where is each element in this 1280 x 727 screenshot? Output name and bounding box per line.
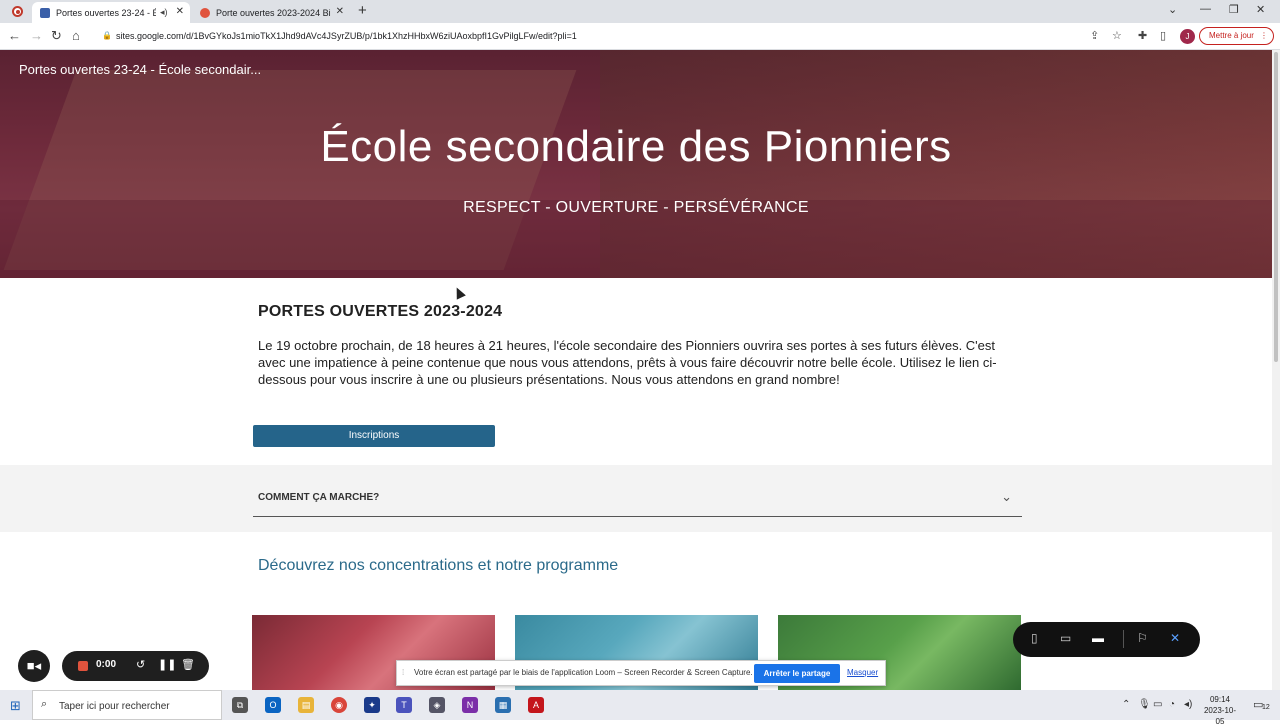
minimize-icon[interactable]: — xyxy=(1200,3,1211,15)
more-menu-icon[interactable]: ⋮ xyxy=(1260,28,1268,44)
chevron-down-icon[interactable]: ⌄ xyxy=(1001,489,1012,505)
home-icon[interactable]: ⌂ xyxy=(72,28,80,43)
scrollbar-thumb[interactable] xyxy=(1274,52,1278,362)
hero-title: École secondaire des Pionniers xyxy=(320,122,952,171)
drag-handle-icon[interactable]: ⁞ xyxy=(402,668,404,677)
system-clock[interactable]: 09:14 2023-10-05 xyxy=(1200,694,1240,727)
stop-recording-button[interactable] xyxy=(78,661,88,671)
outlook-icon[interactable]: O xyxy=(265,697,281,713)
close-tab-icon[interactable]: ✕ xyxy=(176,6,184,17)
delete-icon[interactable]: 🗑 xyxy=(181,658,195,671)
hero-motto: RESPECT - OUVERTURE - PERSÉVÉRANCE xyxy=(463,199,809,216)
tab-portes-ouvertes[interactable]: Portes ouvertes 23-24 - Éco ◂) ✕ xyxy=(32,2,190,23)
teams-icon[interactable]: T xyxy=(396,697,412,713)
reload-icon[interactable]: ↻ xyxy=(51,28,62,44)
restart-icon[interactable]: ↺ xyxy=(136,658,145,671)
extensions-icon[interactable]: ✚ xyxy=(1138,29,1147,42)
intro-paragraph: Le 19 octobre prochain, de 18 heures à 2… xyxy=(258,338,997,387)
desktop-view-icon[interactable]: ▬ xyxy=(1092,631,1104,645)
task-view-icon[interactable]: ⧉ xyxy=(232,697,248,713)
tablet-view-icon[interactable]: ▭ xyxy=(1060,631,1071,645)
profile-avatar[interactable]: J xyxy=(1180,29,1195,44)
google-sites-favicon-icon xyxy=(40,7,50,18)
taskbar-search-box[interactable]: ⌕ Taper ici pour rechercher xyxy=(32,690,222,720)
subsection-title: Découvrez nos concentrations et notre pr… xyxy=(258,557,619,574)
maximize-icon[interactable]: ❐ xyxy=(1229,3,1239,16)
share-page-icon[interactable]: ⇪ xyxy=(1090,29,1099,42)
tab-title: Portes ouvertes 23-24 - Éco xyxy=(56,7,156,18)
loom-control-bar: 0:00 ↺ ❚❚ 🗑 xyxy=(62,651,209,681)
loom-camera-icon[interactable]: ■◂ xyxy=(18,650,50,682)
new-tab-icon[interactable]: + xyxy=(358,2,367,19)
tray-chevron-icon[interactable]: ⌃ xyxy=(1122,699,1130,710)
notification-count: 12 xyxy=(1262,704,1270,711)
audio-icon[interactable]: ◂) xyxy=(160,7,168,18)
search-placeholder: Taper ici pour rechercher xyxy=(59,701,170,712)
section-title: PORTES OUVERTES 2023-2024 xyxy=(258,303,503,320)
volume-icon[interactable]: ◂) xyxy=(1184,699,1192,710)
forward-icon[interactable]: → xyxy=(30,28,43,43)
chrome-icon[interactable]: ◉ xyxy=(331,697,347,713)
accordion-label: COMMENT ÇA MARCHE? xyxy=(258,492,380,503)
battery-icon[interactable]: ▭ xyxy=(1153,699,1162,710)
update-button-label: Mettre à jour xyxy=(1209,31,1254,40)
tab-title: Porte ouvertes 2023-2024 Billets xyxy=(216,7,331,18)
address-bar-row: ← → ↻ ⌂ 🔒 sites.google.com/d/1BvGYkoJs1m… xyxy=(0,23,1280,50)
pause-icon[interactable]: ❚❚ xyxy=(158,658,176,671)
inscriptions-button[interactable]: Inscriptions xyxy=(253,425,495,447)
recording-indicator-icon xyxy=(12,6,23,17)
screen-share-notification: ⁞ Votre écran est partagé par le biais d… xyxy=(396,660,886,686)
phone-view-icon[interactable]: ▯ xyxy=(1031,631,1038,645)
tab-bar: Portes ouvertes 23-24 - Éco ◂) ✕ Porte o… xyxy=(0,0,1280,23)
toolbar-divider xyxy=(1123,630,1124,648)
stop-sharing-button[interactable]: Arrêter le partage xyxy=(754,664,840,683)
network-icon[interactable]: ◔ xyxy=(1169,699,1175,710)
close-preview-icon[interactable]: ✕ xyxy=(1170,631,1180,645)
comment-icon[interactable]: ⚐ xyxy=(1137,631,1148,645)
hide-link[interactable]: Masquer xyxy=(847,668,878,677)
side-panel-icon[interactable]: ▯ xyxy=(1160,29,1166,42)
recording-timer: 0:00 xyxy=(96,659,117,670)
file-explorer-icon[interactable]: ▤ xyxy=(298,697,314,713)
windows-start-icon[interactable]: ⊞ xyxy=(10,698,21,714)
app-icon[interactable]: ◈ xyxy=(429,697,445,713)
close-tab-icon[interactable]: ✕ xyxy=(336,6,344,17)
eventbrite-favicon-icon xyxy=(200,7,210,18)
share-message: Votre écran est partagé par le biais de … xyxy=(414,668,753,677)
view-mode-toolbar: ▯ ▭ ▬ ⚐ ✕ xyxy=(1013,622,1200,657)
mouse-cursor-icon xyxy=(452,285,466,300)
accordion-how-it-works[interactable]: COMMENT ÇA MARCHE? ⌄ xyxy=(253,478,1022,517)
hero-banner: Portes ouvertes 23-24 - École secondair.… xyxy=(0,50,1272,278)
windows-taskbar: ⊞ ⌕ Taper ici pour rechercher ⧉ O ▤ ◉ ✦ … xyxy=(0,690,1280,726)
microphone-icon[interactable]: 🎙 xyxy=(1138,699,1151,710)
clock-time: 09:14 xyxy=(1209,695,1231,704)
url-field[interactable]: sites.google.com/d/1BvGYkoJs1mioTkX1Jhd9… xyxy=(96,27,1096,46)
accessibility-app-icon[interactable]: ✦ xyxy=(364,697,380,713)
calculator-icon[interactable]: ▦ xyxy=(495,697,511,713)
bookmark-star-icon[interactable]: ☆ xyxy=(1112,29,1122,42)
acrobat-icon[interactable]: A xyxy=(528,697,544,713)
search-icon: ⌕ xyxy=(41,698,48,710)
back-icon[interactable]: ← xyxy=(8,28,21,43)
site-name[interactable]: Portes ouvertes 23-24 - École secondair.… xyxy=(19,62,261,77)
close-window-icon[interactable]: ✕ xyxy=(1256,3,1265,16)
update-button[interactable]: Mettre à jour ⋮ xyxy=(1199,27,1274,45)
clock-date: 2023-10-05 xyxy=(1203,706,1237,726)
onenote-icon[interactable]: N xyxy=(462,697,478,713)
tab-billets[interactable]: Porte ouvertes 2023-2024 Billets ✕ xyxy=(192,2,350,23)
tab-search-chevron-icon[interactable]: ⌄ xyxy=(1168,3,1177,16)
